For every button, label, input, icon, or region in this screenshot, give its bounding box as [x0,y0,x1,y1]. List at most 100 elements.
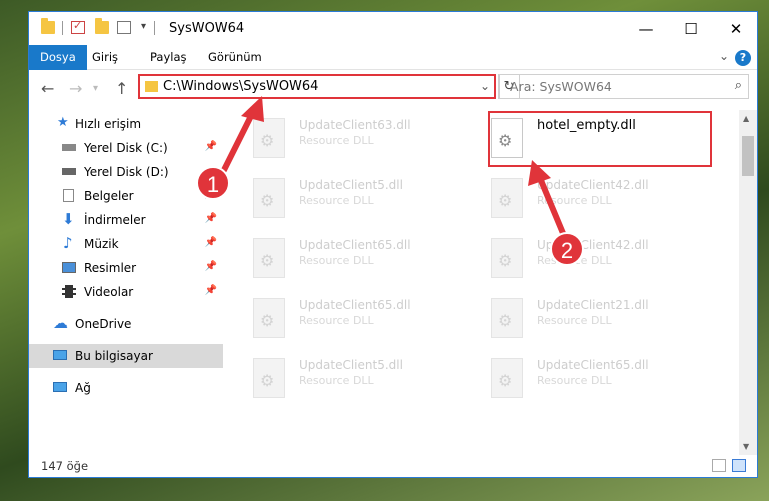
dll-file-icon [491,238,523,278]
minimize-button[interactable]: — [623,12,669,45]
music-icon: ♪ [63,234,73,252]
scroll-up-icon[interactable]: ▲ [743,114,749,123]
tab-giris[interactable]: Giriş [81,45,129,70]
search-input[interactable]: Ara: SysWOW64 ⌕ [499,74,749,99]
download-icon: ⬇ [62,210,75,228]
document-icon [63,189,74,202]
star-icon: ★ [57,115,69,130]
customize-qat-icon[interactable] [117,21,131,34]
sidebar-item-label: Belgeler [84,189,134,203]
sidebar-item-label: Videolar [84,285,134,299]
pin-icon[interactable]: 📌 [205,285,217,296]
window-title: SysWOW64 [169,21,245,36]
maximize-button[interactable]: ☐ [668,12,714,45]
sidebar-item-label: Yerel Disk (C:) [84,141,168,155]
file-item[interactable]: UpdateClient42.dll Resource DLL [465,172,695,226]
up-arrow-icon[interactable]: ↑ [115,79,128,98]
back-arrow-icon[interactable]: ← [41,79,54,98]
file-name: UpdateClient63.dll [299,118,411,132]
dll-file-icon [253,298,285,338]
address-bar[interactable]: C:\Windows\SysWOW64 ⌄ [138,74,496,99]
video-icon [62,285,76,298]
file-item[interactable]: UpdateClient63.dll Resource DLL [227,112,457,166]
pin-icon[interactable]: 📌 [205,213,217,224]
navigation-bar: ← → ▾ ↑ C:\Windows\SysWOW64 ⌄ ↻ Ara: Sys… [29,70,757,106]
title-bar: ▾ SysWOW64 — ☐ ✕ [29,12,757,45]
sidebar-item-label: Ağ [75,381,91,395]
highlight-box [488,111,712,167]
explorer-window: ▾ SysWOW64 — ☐ ✕ Dosya Giriş Paylaş Görü… [28,11,758,478]
file-type: Resource DLL [299,194,374,207]
dll-file-icon [491,358,523,398]
tab-dosya[interactable]: Dosya [29,45,87,70]
divider [62,21,63,35]
sidebar-item-documents[interactable]: Belgeler 📌 [29,184,223,208]
search-icon[interactable]: ⌕ [735,78,742,93]
file-type: Resource DLL [537,314,612,327]
file-item[interactable]: UpdateClient65.dll Resource DLL [465,352,695,406]
close-button[interactable]: ✕ [713,12,759,45]
address-path[interactable]: C:\Windows\SysWOW64 [163,79,318,94]
file-name: UpdateClient42.dll [537,178,649,192]
search-placeholder: Ara: SysWOW64 [510,79,612,94]
chevron-down-icon[interactable]: ▾ [141,21,146,32]
file-item[interactable]: UpdateClient65.dll Resource DLL [227,232,457,286]
sidebar-item-pictures[interactable]: Resimler 📌 [29,256,223,280]
file-type: Resource DLL [537,374,612,387]
ribbon-tabs: Dosya Giriş Paylaş Görünüm ⌄ ? [29,45,757,70]
dll-file-icon [253,358,285,398]
sidebar-item-onedrive[interactable]: ☁ OneDrive [29,312,223,336]
dll-file-icon [491,178,523,218]
scroll-thumb[interactable] [742,136,754,176]
sidebar-item-disk-c[interactable]: Yerel Disk (C:) 📌 [29,136,223,160]
scroll-down-icon[interactable]: ▼ [743,442,749,451]
divider [154,21,155,35]
forward-arrow-icon[interactable]: → [69,79,82,98]
vertical-scrollbar[interactable]: ▲ ▼ [739,110,757,455]
help-icon[interactable]: ? [735,50,751,66]
sidebar-item-label: Bu bilgisayar [75,349,153,363]
pin-icon[interactable]: 📌 [205,261,217,272]
large-icons-view-icon[interactable] [732,459,746,472]
sidebar-item-this-pc[interactable]: Bu bilgisayar [29,344,223,368]
sidebar-item-label: Yerel Disk (D:) [84,165,169,179]
file-type: Resource DLL [299,134,374,147]
pin-icon[interactable]: 📌 [205,141,217,152]
new-folder-icon[interactable] [95,18,109,34]
dll-file-icon [253,178,285,218]
chevron-down-icon[interactable]: ⌄ [480,79,490,93]
sidebar-item-label: Resimler [84,261,137,275]
dll-file-icon [253,238,285,278]
sidebar-item-disk-d[interactable]: Yerel Disk (D:) [29,160,223,184]
callout-badge-2: 2 [550,232,584,266]
network-icon [53,382,67,392]
pin-icon[interactable]: 📌 [205,237,217,248]
status-bar: 147 öğe [29,455,757,477]
dll-file-icon [491,298,523,338]
file-item[interactable]: UpdateClient5.dll Resource DLL [227,352,457,406]
drive-icon [62,168,76,175]
sidebar-item-downloads[interactable]: ⬇ İndirmeler 📌 [29,208,223,232]
file-item[interactable]: UpdateClient21.dll Resource DLL [465,292,695,346]
cloud-icon: ☁ [53,314,68,332]
properties-icon[interactable] [71,19,85,34]
sidebar-item-network[interactable]: Ağ [29,376,223,400]
file-name: UpdateClient5.dll [299,178,403,192]
sidebar-item-label: OneDrive [75,317,132,331]
file-item[interactable]: UpdateClient65.dll Resource DLL [227,292,457,346]
details-view-icon[interactable] [712,459,726,472]
tab-gorunum[interactable]: Görünüm [197,45,273,70]
expand-ribbon-icon[interactable]: ⌄ [719,49,729,63]
navigation-pane: ★ Hızlı erişim Yerel Disk (C:) 📌 Yerel D… [29,110,225,455]
sidebar-item-music[interactable]: ♪ Müzik 📌 [29,232,223,256]
callout-badge-1: 1 [196,166,230,200]
computer-icon [53,350,67,360]
file-list: UpdateClient63.dll Resource DLL UpdateCl… [227,110,739,455]
recent-locations-icon[interactable]: ▾ [93,83,98,94]
tab-paylas[interactable]: Paylaş [139,45,198,70]
file-item[interactable]: UpdateClient5.dll Resource DLL [227,172,457,226]
file-type: Resource DLL [299,254,374,267]
sidebar-item-quick-access[interactable]: ★ Hızlı erişim [29,112,223,136]
item-count: 147 öğe [41,459,89,473]
sidebar-item-videos[interactable]: Videolar 📌 [29,280,223,304]
